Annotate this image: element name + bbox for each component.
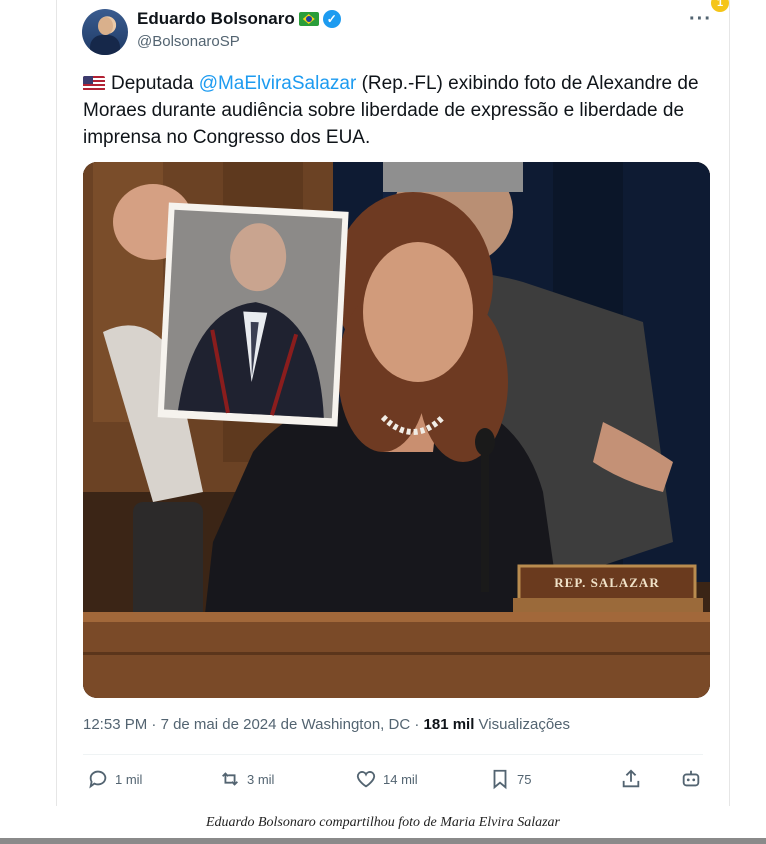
avatar-face bbox=[98, 17, 113, 35]
action-bar: 1 mil 3 mil 14 mil 75 bbox=[83, 768, 703, 798]
tweet-date[interactable]: 7 de mai de 2024 bbox=[161, 716, 277, 733]
tweet-time[interactable]: 12:53 PM bbox=[83, 716, 147, 733]
divider bbox=[83, 754, 703, 755]
retweet-button[interactable]: 3 mil bbox=[219, 768, 274, 790]
brazil-flag-icon bbox=[298, 12, 319, 26]
bottom-bar bbox=[0, 838, 766, 844]
heart-icon bbox=[356, 771, 376, 788]
bookmark-button[interactable]: 75 bbox=[489, 768, 531, 790]
tweet-media-image[interactable]: REP. SALAZAR bbox=[83, 162, 710, 698]
meta-separator: · bbox=[147, 716, 161, 733]
author-handle[interactable]: @BolsonaroSP bbox=[137, 33, 240, 50]
mention-link[interactable]: @MaElviraSalazar bbox=[199, 73, 357, 94]
reply-icon bbox=[89, 770, 107, 789]
retweet-count: 3 mil bbox=[247, 771, 275, 787]
page: Eduardo Bolsonaro ✓ @BolsonaroSP ··· 1 D… bbox=[0, 0, 766, 844]
tweet-card: Eduardo Bolsonaro ✓ @BolsonaroSP ··· 1 D… bbox=[57, 0, 729, 806]
reply-button[interactable]: 1 mil bbox=[87, 768, 142, 790]
grok-button[interactable] bbox=[680, 768, 702, 790]
display-name[interactable]: Eduardo Bolsonaro bbox=[137, 9, 295, 29]
avatar-suit bbox=[90, 35, 120, 55]
share-button[interactable] bbox=[620, 768, 642, 790]
tweet-meta: 12:53 PM · 7 de mai de 2024 de Washingto… bbox=[83, 716, 570, 733]
bookmark-icon bbox=[493, 769, 507, 790]
robot-icon bbox=[682, 770, 700, 787]
image-caption: Eduardo Bolsonaro compartilhou foto de M… bbox=[205, 815, 560, 830]
nameplate-text: REP. SALAZAR bbox=[554, 575, 660, 590]
verified-badge-icon: ✓ bbox=[322, 10, 341, 28]
meta-separator: · bbox=[410, 716, 424, 733]
tweet-text: Deputada @MaElviraSalazar (Rep.-FL) exib… bbox=[83, 70, 713, 151]
bookmark-count: 75 bbox=[517, 771, 532, 787]
views-count: 181 mil bbox=[423, 716, 475, 733]
avatar[interactable] bbox=[82, 9, 128, 55]
notification-badge: 1 bbox=[711, 0, 729, 12]
author-name-row[interactable]: Eduardo Bolsonaro ✓ bbox=[137, 9, 341, 29]
like-button[interactable]: 14 mil bbox=[355, 768, 418, 790]
tweet-text-part1: Deputada bbox=[111, 73, 199, 94]
reply-count: 1 mil bbox=[115, 771, 143, 787]
frame-divider-right bbox=[729, 0, 730, 806]
us-flag-icon bbox=[83, 76, 105, 91]
retweet-icon bbox=[222, 772, 238, 786]
more-icon[interactable]: ··· bbox=[689, 8, 712, 31]
media-illustration bbox=[83, 162, 710, 698]
views-label: Visualizações bbox=[474, 716, 571, 733]
tweet-location: de Washington, DC bbox=[276, 716, 411, 733]
like-count: 14 mil bbox=[383, 771, 418, 787]
share-icon bbox=[622, 769, 640, 788]
